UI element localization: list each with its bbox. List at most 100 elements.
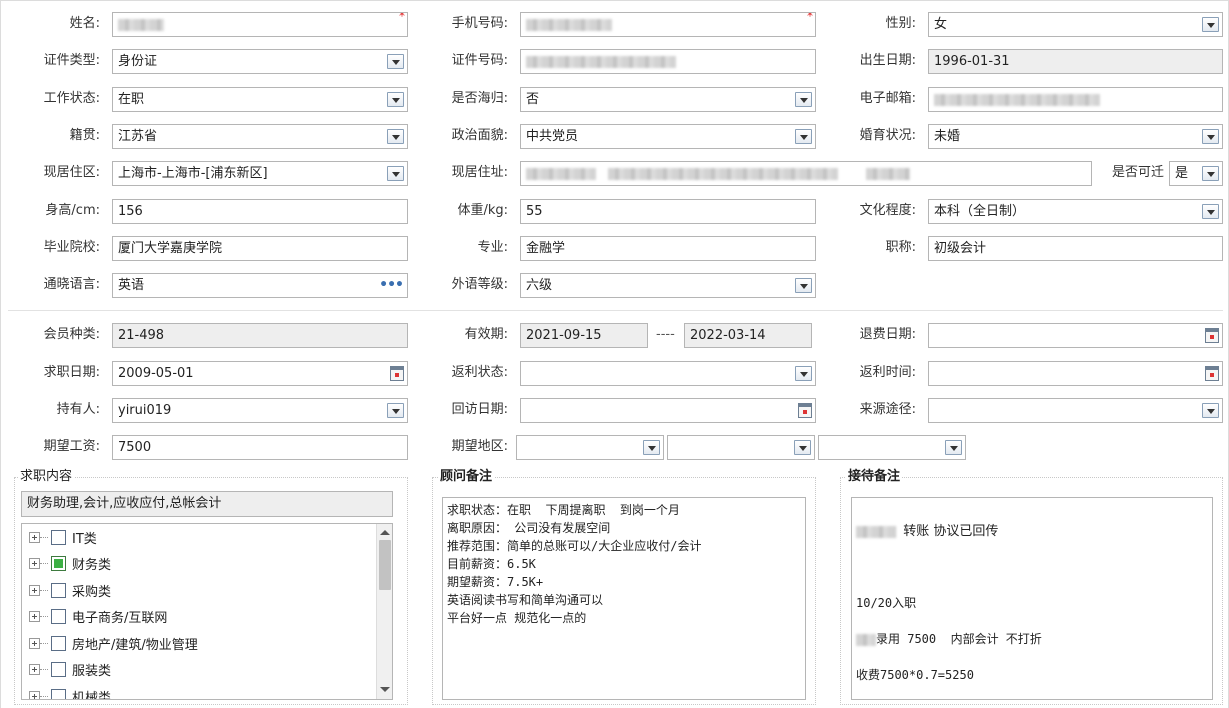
- name-field[interactable]: *: [112, 12, 408, 37]
- valid-to-value: 2022-03-14: [690, 328, 766, 343]
- tree-item[interactable]: 采购类: [22, 578, 372, 602]
- height-field[interactable]: 156: [112, 199, 408, 224]
- chevron-down-icon[interactable]: [945, 440, 962, 455]
- tree-scrollbar[interactable]: [376, 524, 392, 699]
- language-field[interactable]: 英语 •••: [112, 273, 408, 298]
- weight-value: 55: [526, 204, 543, 219]
- chevron-down-icon[interactable]: [387, 92, 404, 107]
- language-level-select[interactable]: 六级: [520, 273, 816, 298]
- school-field[interactable]: 厦门大学嘉庚学院: [112, 236, 408, 261]
- region-city-select[interactable]: [667, 435, 815, 460]
- salary-value: 7500: [118, 440, 152, 455]
- chevron-down-icon[interactable]: [387, 54, 404, 69]
- relocate-select[interactable]: 是: [1169, 161, 1223, 186]
- chevron-down-icon[interactable]: [1202, 17, 1219, 32]
- advisor-notes-textarea[interactable]: 求职状态：在职 下周提离职 到岗一个月 离职原因： 公司没有发展空间 推荐范围：…: [442, 497, 806, 700]
- marital-select[interactable]: 未婚: [928, 124, 1223, 149]
- tree-item[interactable]: 服装类: [22, 658, 372, 682]
- chevron-down-icon[interactable]: [795, 129, 812, 144]
- id-number-field[interactable]: [520, 49, 816, 74]
- required-mark: *: [399, 12, 405, 23]
- tree-checkbox[interactable]: [51, 529, 66, 545]
- email-field[interactable]: [928, 87, 1223, 112]
- education-select[interactable]: 本科（全日制）: [928, 199, 1223, 224]
- gender-select[interactable]: 女: [928, 12, 1223, 37]
- expand-icon[interactable]: [29, 531, 40, 543]
- member-type-field: 21-498: [112, 323, 408, 348]
- tree-checkbox[interactable]: [51, 688, 66, 699]
- chevron-down-icon[interactable]: [1202, 129, 1219, 144]
- chevron-down-icon[interactable]: [1202, 166, 1219, 181]
- tree-checkbox[interactable]: [51, 662, 66, 677]
- calendar-icon[interactable]: [1205, 328, 1219, 343]
- scroll-up-icon[interactable]: [380, 530, 390, 535]
- expand-icon[interactable]: [29, 664, 40, 675]
- id-type-select[interactable]: 身份证: [112, 49, 408, 74]
- expand-icon[interactable]: [29, 690, 40, 699]
- weight-field[interactable]: 55: [520, 199, 816, 224]
- address-field[interactable]: [520, 161, 1092, 186]
- rebate-time-field[interactable]: [928, 361, 1223, 386]
- tree-checkbox[interactable]: [51, 556, 66, 571]
- reception-name-redacted: [856, 525, 896, 538]
- education-value: 本科（全日制）: [934, 204, 1026, 219]
- job-title-field[interactable]: 初级会计: [928, 236, 1223, 261]
- district-select[interactable]: 上海市-上海市-[浦东新区]: [112, 161, 408, 186]
- chevron-down-icon[interactable]: [1202, 204, 1219, 219]
- visit-date-field[interactable]: [520, 398, 816, 423]
- region-district-select[interactable]: [818, 435, 966, 460]
- language-level-value: 六级: [526, 278, 553, 293]
- tree-item[interactable]: 房地产/建筑/物业管理: [22, 631, 372, 655]
- tree-checkbox[interactable]: [51, 582, 66, 598]
- expand-icon[interactable]: [29, 611, 40, 622]
- chevron-down-icon[interactable]: [387, 166, 404, 181]
- chevron-down-icon[interactable]: [795, 92, 812, 107]
- chevron-down-icon[interactable]: [794, 440, 811, 455]
- refund-date-field[interactable]: [928, 323, 1223, 348]
- calendar-icon[interactable]: [798, 403, 812, 418]
- tree-checkbox[interactable]: [51, 635, 66, 651]
- calendar-icon[interactable]: [390, 366, 404, 381]
- rebate-status-select[interactable]: [520, 361, 816, 386]
- work-status-select[interactable]: 在职: [112, 87, 408, 112]
- calendar-icon[interactable]: [1205, 366, 1219, 381]
- gender-label: 性别:: [885, 16, 916, 31]
- scroll-down-icon[interactable]: [380, 687, 390, 692]
- political-select[interactable]: 中共党员: [520, 124, 816, 149]
- reception-notes-textarea[interactable]: 转账 协议已回传 10/20入职 录用 7500 内部会计 不打折 收费7500…: [851, 497, 1213, 700]
- school-value: 厦门大学嘉庚学院: [118, 241, 223, 256]
- chevron-down-icon[interactable]: [1202, 403, 1219, 418]
- tree-connector: [40, 563, 48, 564]
- source-select[interactable]: [928, 398, 1223, 423]
- chevron-down-icon[interactable]: [795, 366, 812, 381]
- chevron-down-icon[interactable]: [387, 403, 404, 418]
- scroll-thumb[interactable]: [379, 540, 391, 590]
- overseas-select[interactable]: 否: [520, 87, 816, 112]
- valid-separator: ----: [656, 327, 675, 342]
- native-label: 籍贯:: [69, 128, 100, 143]
- native-select[interactable]: 江苏省: [112, 124, 408, 149]
- salary-field[interactable]: 7500: [112, 435, 408, 460]
- job-date-field[interactable]: 2009-05-01: [112, 361, 408, 386]
- district-label: 现居住区:: [43, 165, 100, 180]
- phone-field[interactable]: *: [520, 12, 816, 37]
- tree-connector: [40, 695, 48, 697]
- tree-checkbox[interactable]: [51, 609, 66, 624]
- expand-icon[interactable]: [29, 558, 40, 569]
- expand-icon[interactable]: [29, 584, 40, 596]
- overseas-label: 是否海归:: [451, 91, 508, 106]
- required-mark: *: [807, 12, 813, 23]
- region-province-select[interactable]: [516, 435, 664, 460]
- major-field[interactable]: 金融学: [520, 236, 816, 261]
- tree-item[interactable]: 电子商务/互联网: [22, 605, 372, 629]
- tree-item[interactable]: 机械类: [22, 684, 372, 699]
- chevron-down-icon[interactable]: [795, 278, 812, 293]
- expand-icon[interactable]: [29, 637, 40, 649]
- advisor-notes-title: 顾问备注: [438, 469, 495, 485]
- tree-item[interactable]: IT类: [22, 525, 372, 549]
- holder-select[interactable]: yirui019: [112, 398, 408, 423]
- tree-item[interactable]: 财务类: [22, 552, 372, 576]
- chevron-down-icon[interactable]: [643, 440, 660, 455]
- more-icon[interactable]: •••: [379, 274, 404, 297]
- chevron-down-icon[interactable]: [387, 129, 404, 144]
